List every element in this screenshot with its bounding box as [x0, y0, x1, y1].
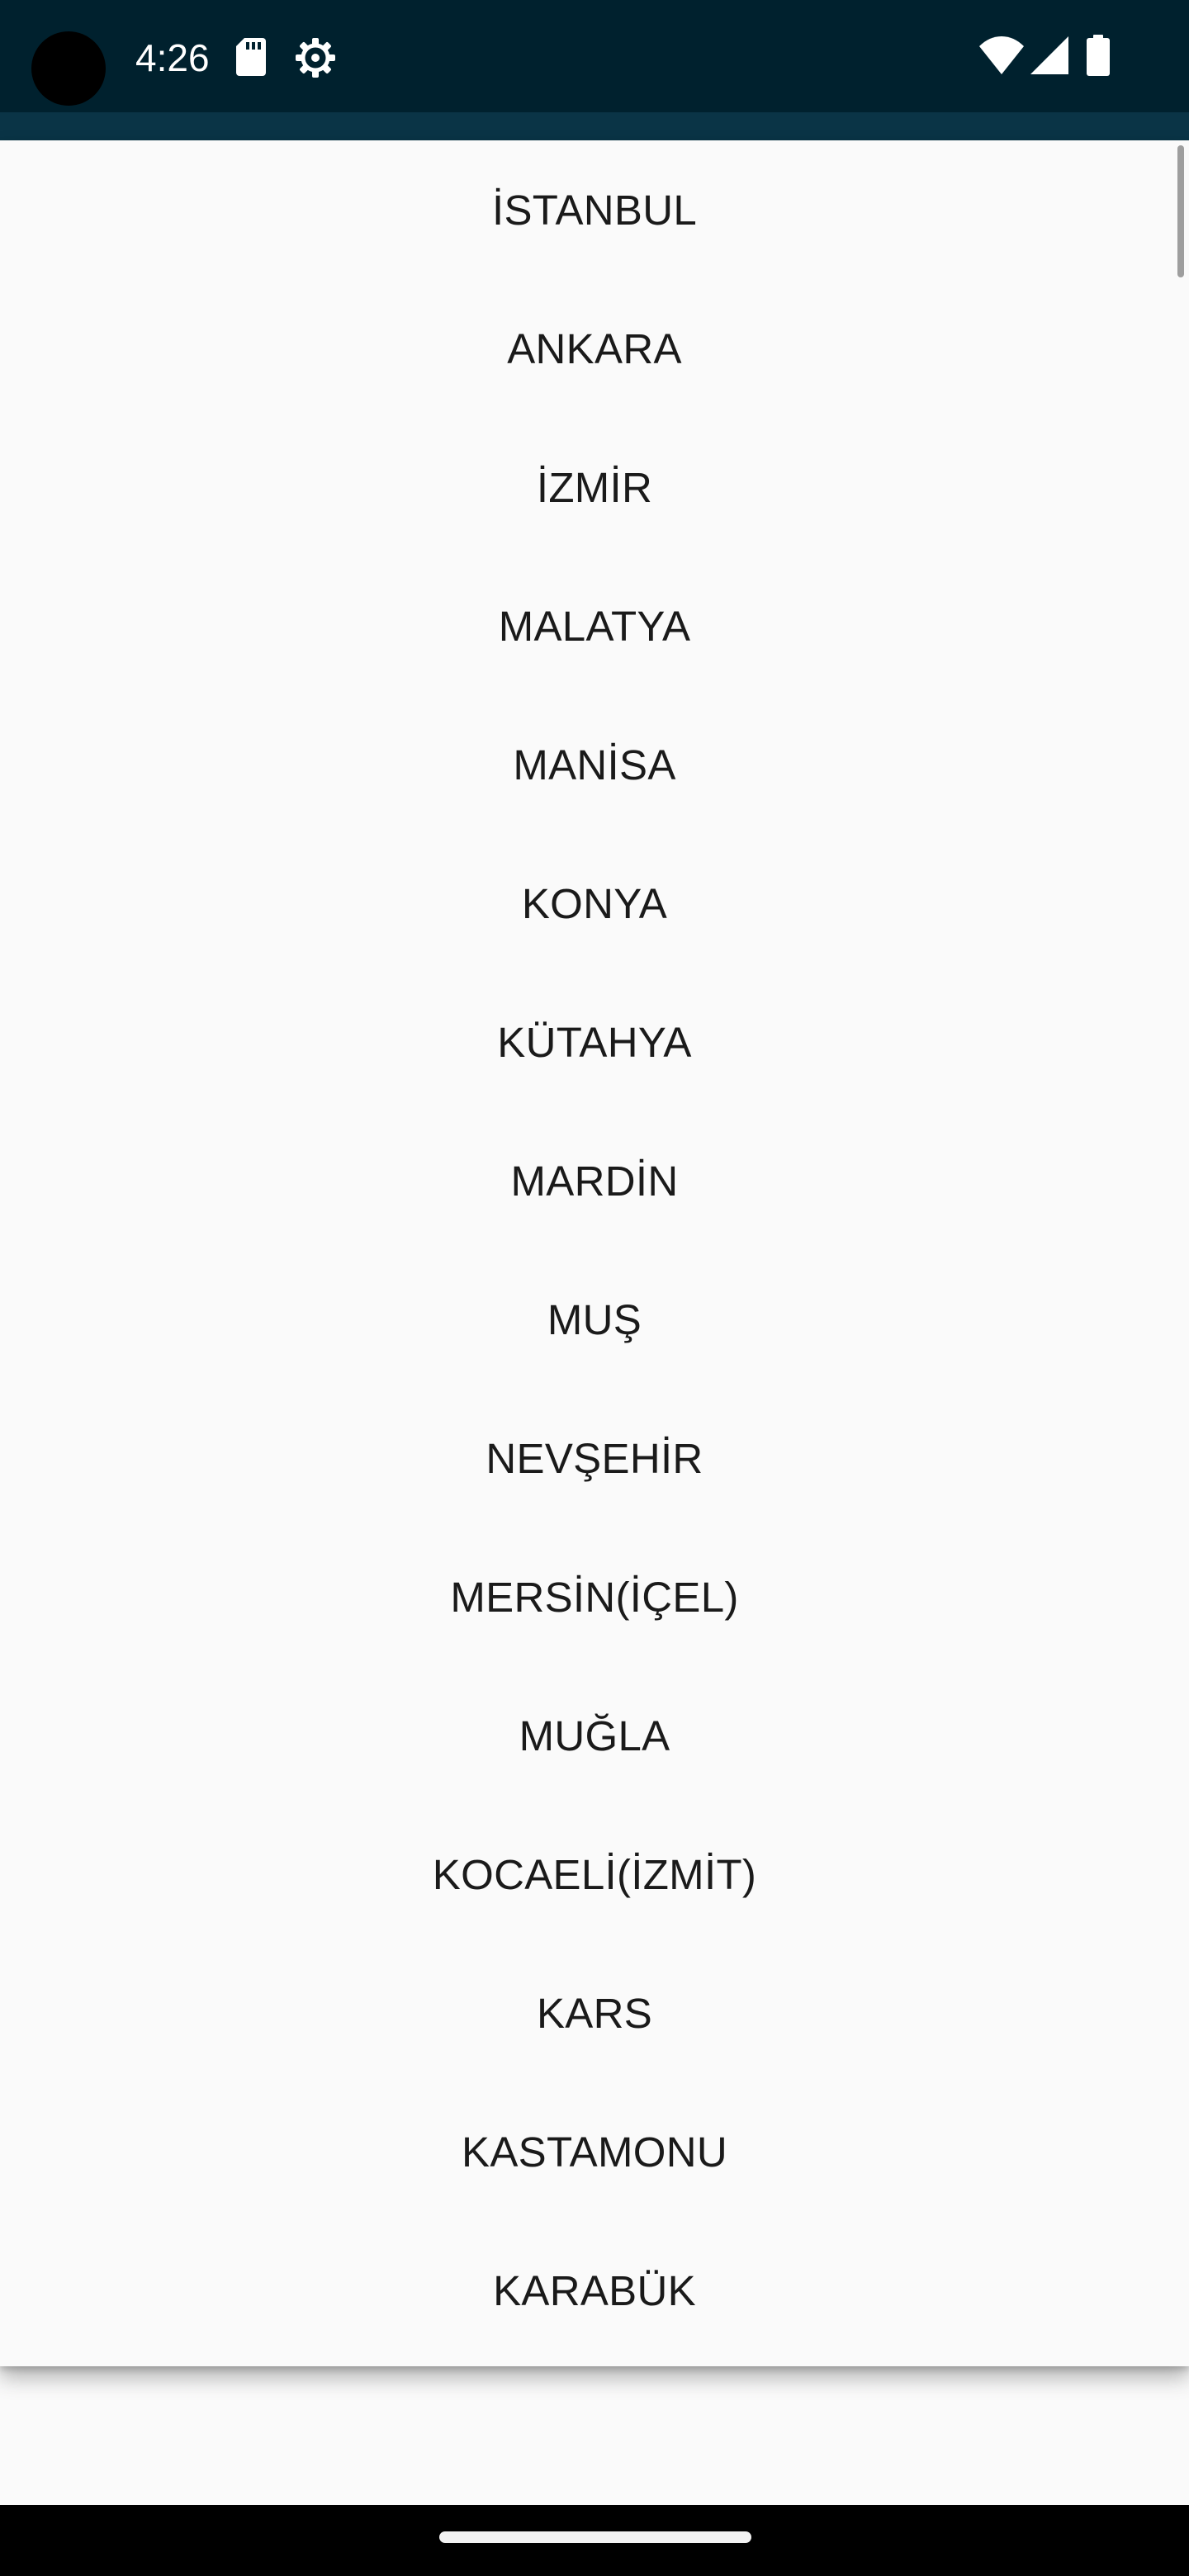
- city-option[interactable]: MUŞ: [0, 1250, 1189, 1389]
- city-option[interactable]: MALATYA: [0, 556, 1189, 695]
- status-time: 4:26: [135, 36, 210, 79]
- app-bar-strip: [0, 112, 1189, 140]
- city-option[interactable]: MANİSA: [0, 695, 1189, 834]
- status-bar: 4:26: [0, 0, 1189, 112]
- city-option[interactable]: İZMİR: [0, 418, 1189, 556]
- city-option[interactable]: ANKARA: [0, 279, 1189, 418]
- city-option[interactable]: MUĞLA: [0, 1666, 1189, 1805]
- camera-cutout: [31, 31, 106, 106]
- sd-card-icon: [236, 38, 266, 76]
- city-option[interactable]: KOCAELİ(İZMİT): [0, 1805, 1189, 1944]
- city-option[interactable]: MERSİN(İÇEL): [0, 1527, 1189, 1666]
- city-dropdown-popup[interactable]: İSTANBUL ANKARA İZMİR MALATYA MANİSA KON…: [0, 140, 1189, 2366]
- city-option[interactable]: KARS: [0, 1944, 1189, 2082]
- wifi-icon: [979, 36, 1024, 74]
- settings-gear-icon: [296, 38, 335, 78]
- city-option[interactable]: KONYA: [0, 834, 1189, 973]
- city-option[interactable]: KASTAMONU: [0, 2082, 1189, 2221]
- city-option[interactable]: İSTANBUL: [0, 140, 1189, 279]
- city-option[interactable]: NEVŞEHİR: [0, 1389, 1189, 1527]
- home-gesture-handle[interactable]: [439, 2531, 751, 2543]
- cell-signal-icon: [1030, 36, 1068, 74]
- navigation-bar: [0, 2505, 1189, 2576]
- city-option[interactable]: MARDİN: [0, 1111, 1189, 1250]
- city-option[interactable]: KÜTAHYA: [0, 973, 1189, 1111]
- battery-icon: [1087, 35, 1110, 76]
- scrollbar-thumb[interactable]: [1177, 145, 1184, 277]
- city-list[interactable]: İSTANBUL ANKARA İZMİR MALATYA MANİSA KON…: [0, 140, 1189, 2360]
- city-option[interactable]: KARABÜK: [0, 2221, 1189, 2360]
